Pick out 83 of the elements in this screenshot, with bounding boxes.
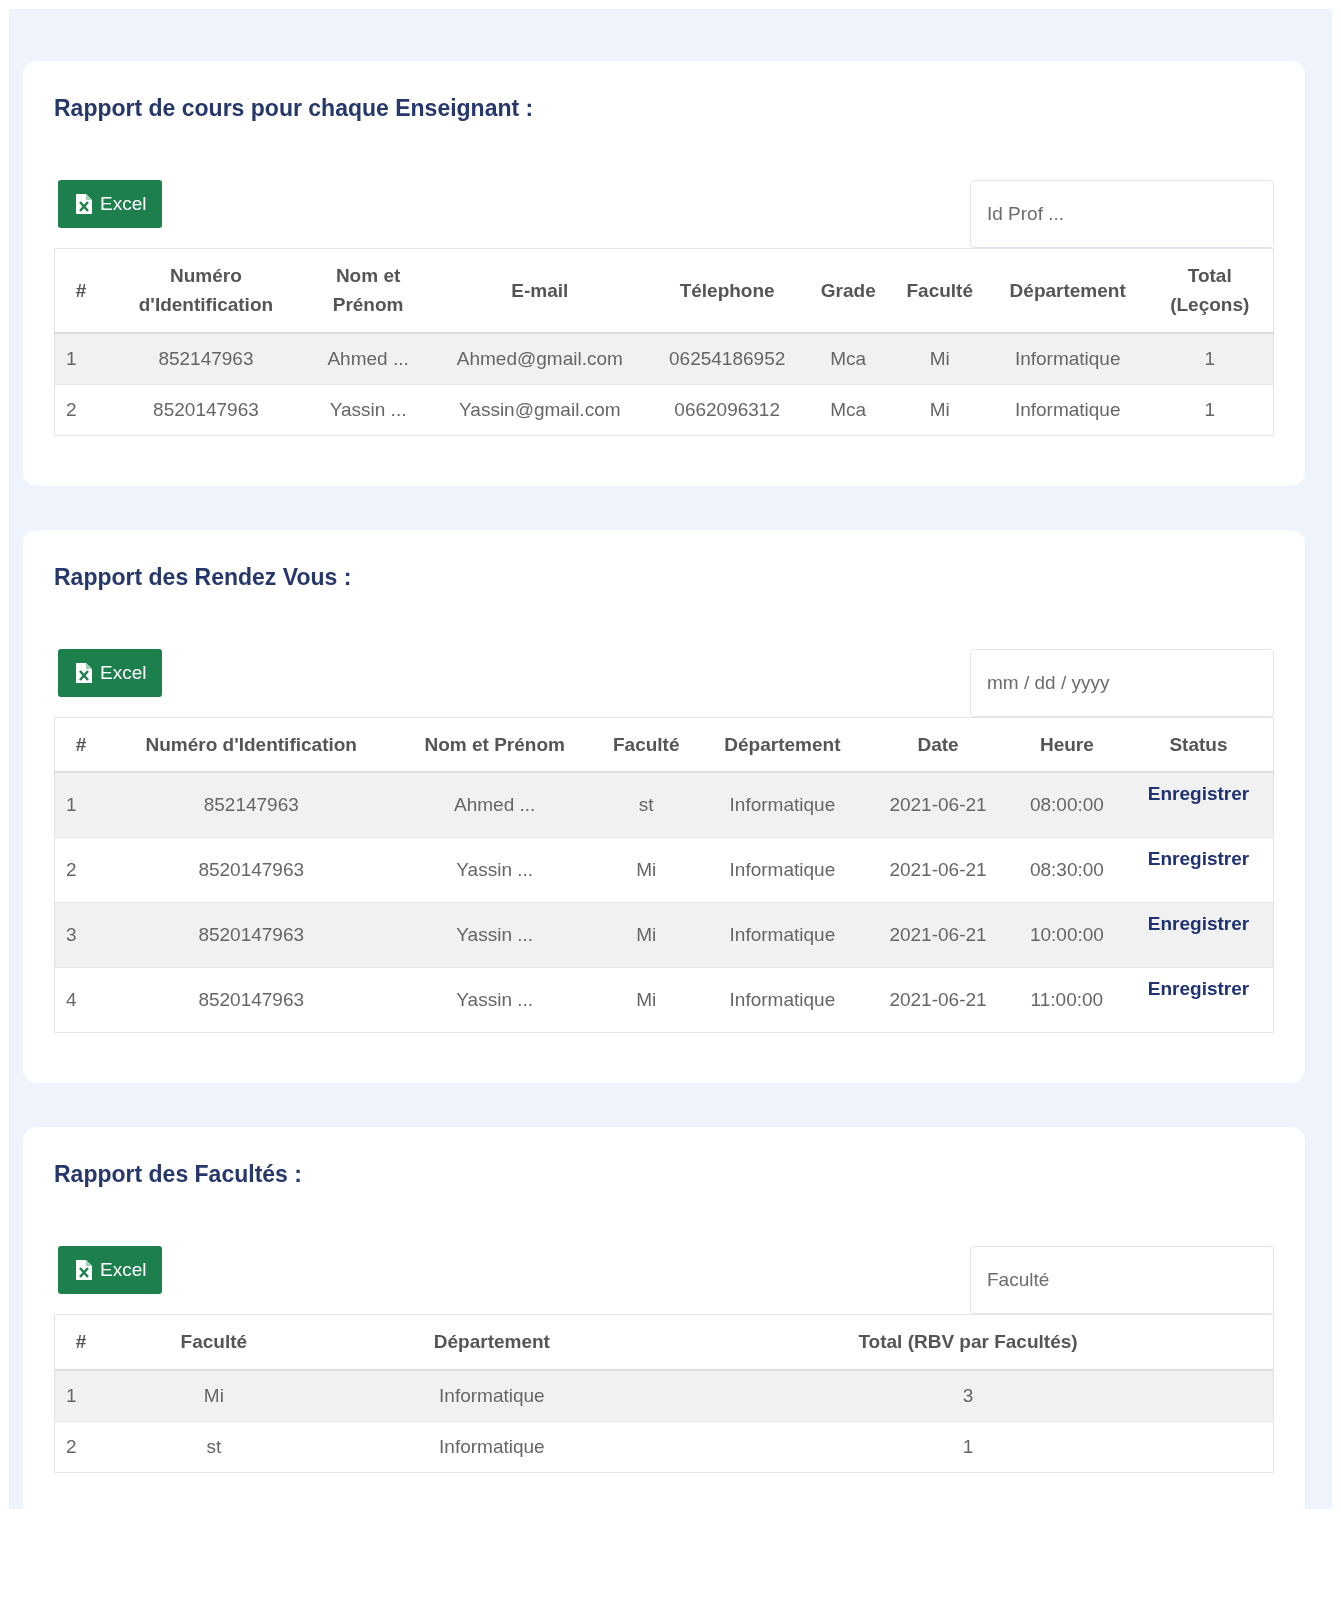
table-cell: 8520147963 bbox=[107, 837, 396, 903]
column-header: Faculté bbox=[107, 1314, 321, 1370]
table-cell: Yassin ... bbox=[304, 384, 432, 436]
filter-field[interactable]: mm / dd / yyyy bbox=[970, 648, 1274, 717]
table-cell: 1 bbox=[1146, 384, 1274, 436]
status-link[interactable]: Enregistrer bbox=[1123, 967, 1274, 1033]
table-cell: Yassin ... bbox=[395, 967, 594, 1033]
status-link[interactable]: Enregistrer bbox=[1123, 902, 1274, 968]
table-cell: Yassin ... bbox=[395, 837, 594, 903]
table-cell: 2021-06-21 bbox=[866, 967, 1010, 1033]
table-cell: 3 bbox=[663, 1369, 1274, 1422]
table-cell: 852147963 bbox=[107, 772, 396, 838]
table-cell: 08:30:00 bbox=[1009, 837, 1124, 903]
table-cell: Informatique bbox=[988, 384, 1147, 436]
table-cell: Informatique bbox=[698, 967, 867, 1033]
table-cell: 11:00:00 bbox=[1009, 967, 1124, 1033]
table-cell: Informatique bbox=[988, 332, 1147, 385]
table-cell: Informatique bbox=[320, 1421, 663, 1473]
excel-file-icon bbox=[76, 1260, 92, 1281]
column-header: Numéro d'Identification bbox=[107, 248, 305, 333]
excel-button[interactable]: Excel bbox=[58, 648, 163, 697]
table-cell: Informatique bbox=[320, 1369, 663, 1422]
table-cell: 2021-06-21 bbox=[866, 902, 1010, 968]
column-header: # bbox=[54, 1314, 107, 1370]
table-cell: 4 bbox=[54, 967, 107, 1033]
table-cell: 852147963 bbox=[107, 332, 305, 385]
excel-button[interactable]: Excel bbox=[58, 180, 163, 228]
table-cell: 0662096312 bbox=[648, 384, 806, 436]
table-cell: 2021-06-21 bbox=[866, 772, 1010, 838]
table-cell: 2 bbox=[54, 837, 107, 903]
table-cell: 08:00:00 bbox=[1009, 772, 1124, 838]
table-cell: 1 bbox=[54, 772, 107, 838]
table-cell: 1 bbox=[663, 1421, 1274, 1473]
table-cell: Ahmed@gmail.com bbox=[431, 332, 649, 385]
table-cell: Informatique bbox=[698, 837, 867, 903]
table-cell: st bbox=[107, 1421, 321, 1473]
column-header: Grade bbox=[806, 248, 891, 333]
table-cell: 3 bbox=[54, 902, 107, 968]
column-header: Total (RBV par Facultés) bbox=[663, 1314, 1274, 1370]
column-header: E-mail bbox=[431, 248, 649, 333]
section-title: Rapport des Facultés : bbox=[54, 1161, 303, 1189]
column-header: Département bbox=[320, 1314, 663, 1370]
table-cell: Mi bbox=[593, 902, 699, 968]
table-cell: Ahmed ... bbox=[395, 772, 594, 838]
section-title: Rapport de cours pour chaque Enseignant : bbox=[54, 95, 535, 122]
table-cell: 1 bbox=[1146, 332, 1274, 385]
column-header: Faculté bbox=[890, 248, 989, 333]
table-cell: Mi bbox=[593, 967, 699, 1033]
table-cell: Mca bbox=[806, 384, 891, 436]
excel-button[interactable]: Excel bbox=[58, 1246, 163, 1295]
table-cell: 2 bbox=[54, 384, 107, 436]
column-header: Télephone bbox=[648, 248, 806, 333]
table-cell: Ahmed ... bbox=[304, 332, 432, 385]
table-cell: 8520147963 bbox=[107, 967, 396, 1033]
table-cell: Mi bbox=[890, 384, 989, 436]
column-header: Total (Leçons) bbox=[1146, 248, 1274, 333]
table-cell: Yassin ... bbox=[395, 902, 594, 968]
table-cell: 1 bbox=[54, 1369, 107, 1422]
filter-field[interactable]: Faculté bbox=[970, 1246, 1274, 1315]
filter-field[interactable]: Id Prof ... bbox=[970, 180, 1274, 248]
table-cell: st bbox=[593, 772, 699, 838]
table-cell: Informatique bbox=[698, 902, 867, 968]
table-cell: 8520147963 bbox=[107, 384, 305, 436]
table-cell: 1 bbox=[54, 332, 107, 385]
table-cell: 10:00:00 bbox=[1009, 902, 1124, 968]
table-cell: 8520147963 bbox=[107, 902, 396, 968]
table-cell: Mca bbox=[806, 332, 891, 385]
section-title: Rapport des Rendez Vous : bbox=[54, 563, 353, 591]
table-cell: Informatique bbox=[698, 772, 867, 838]
table-cell: Mi bbox=[593, 837, 699, 903]
excel-file-icon bbox=[76, 194, 92, 214]
column-header: # bbox=[54, 248, 107, 333]
table-cell: Mi bbox=[107, 1369, 321, 1422]
status-link[interactable]: Enregistrer bbox=[1123, 772, 1274, 838]
excel-file-icon bbox=[76, 662, 92, 683]
table-cell: 06254186952 bbox=[648, 332, 806, 385]
table-cell: 2021-06-21 bbox=[866, 837, 1010, 903]
status-link[interactable]: Enregistrer bbox=[1123, 837, 1274, 903]
table-cell: Mi bbox=[890, 332, 989, 385]
table-cell: 2 bbox=[54, 1421, 107, 1473]
column-header: Département bbox=[988, 248, 1147, 333]
column-header: Nom et Prénom bbox=[304, 248, 432, 333]
table-cell: Yassin@gmail.com bbox=[431, 384, 649, 436]
